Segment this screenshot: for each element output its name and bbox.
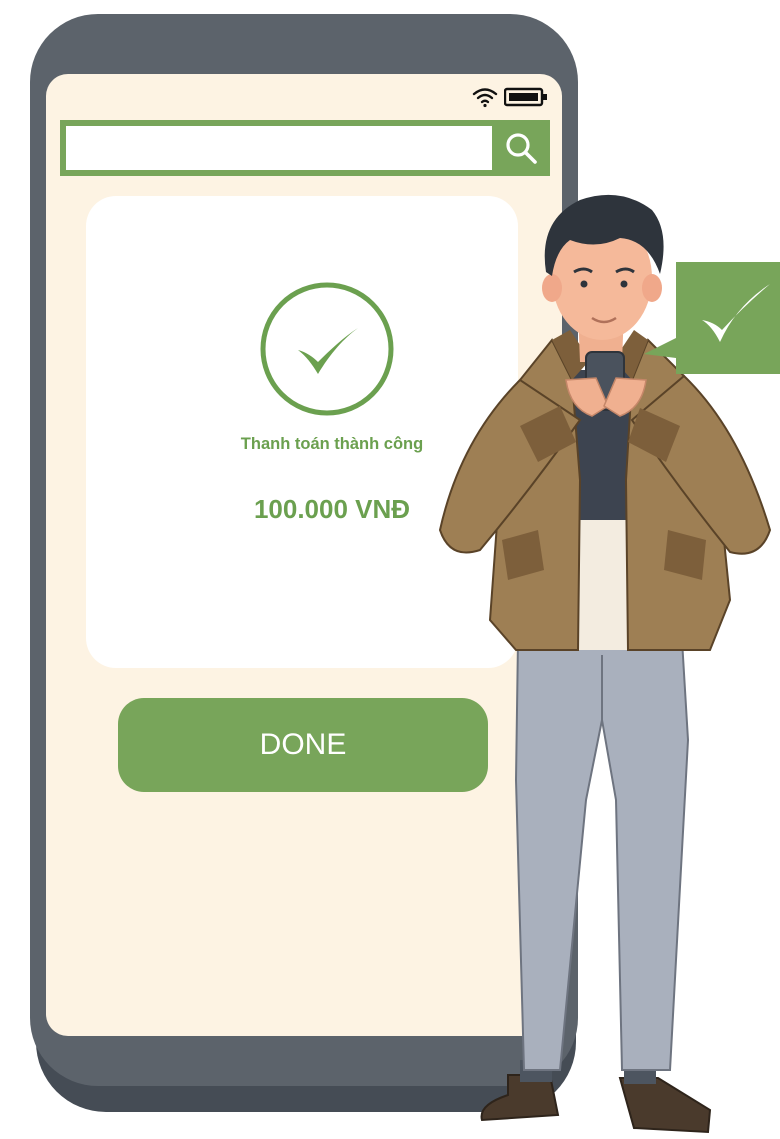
search-input[interactable]: [66, 126, 490, 170]
search-bar: [60, 120, 550, 176]
checkmark-circle-icon: [260, 282, 394, 416]
wifi-icon: [472, 88, 498, 108]
search-button[interactable]: [492, 120, 550, 176]
status-bar: [472, 84, 548, 110]
checkmark-bubble: [644, 262, 780, 374]
battery-icon: [504, 87, 547, 107]
payment-status-text: Thanh toán thành công: [240, 435, 424, 453]
search-icon: [506, 133, 537, 164]
